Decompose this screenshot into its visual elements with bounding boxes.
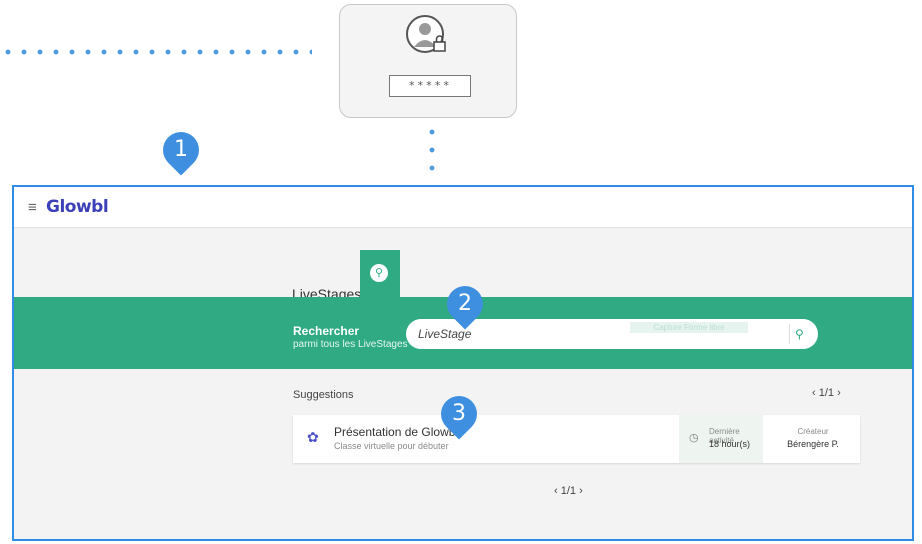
app-window: ≡ Glowbl LiveStages ⚲ Rechercher parmi t… bbox=[12, 185, 914, 541]
marker-3: 3 bbox=[433, 388, 485, 440]
menu-icon[interactable]: ≡ bbox=[28, 199, 37, 216]
livestage-title: Présentation de Glowbl bbox=[334, 425, 459, 439]
dotted-connector-vertical bbox=[429, 123, 435, 177]
password-field-illustration: ***** bbox=[389, 75, 471, 97]
login-illustration: ***** bbox=[339, 4, 517, 118]
creator-value: Bérengère P. bbox=[787, 439, 839, 449]
livestage-subtitle: Classe virtuelle pour débuter bbox=[334, 441, 449, 451]
last-activity: ◷ Dernière activité 18 hour(s) bbox=[679, 415, 763, 463]
marker-2: 2 bbox=[439, 278, 491, 330]
search-icon[interactable]: ⚲ bbox=[795, 327, 804, 341]
search-icon: ⚲ bbox=[370, 264, 388, 282]
creator-label: Créateur bbox=[797, 427, 829, 436]
divider bbox=[789, 324, 790, 344]
suggestions-section: Suggestions ‹ 1/1 › ✿ Présentation de Gl… bbox=[14, 369, 912, 539]
search-subheading: parmi tous les LiveStages bbox=[293, 339, 408, 350]
clock-icon: ◷ bbox=[689, 432, 699, 444]
capture-overlay-label: Capture Forme libre bbox=[630, 322, 748, 333]
livestage-icon: ✿ bbox=[307, 429, 319, 445]
next-page-icon[interactable]: › bbox=[579, 485, 583, 497]
search-input-value: LiveStage bbox=[418, 327, 472, 341]
page-indicator: 1/1 bbox=[818, 387, 835, 399]
suggestions-title: Suggestions bbox=[293, 389, 354, 401]
page-indicator: 1/1 bbox=[560, 485, 577, 497]
next-page-icon[interactable]: › bbox=[837, 387, 841, 399]
user-lock-icon bbox=[406, 15, 446, 53]
last-activity-value: 18 hour(s) bbox=[709, 439, 751, 449]
tab-search[interactable]: ⚲ bbox=[360, 250, 400, 300]
prev-page-icon[interactable]: ‹ bbox=[554, 485, 558, 497]
list-item[interactable]: ✿ Présentation de Glowbl Classe virtuell… bbox=[293, 415, 860, 463]
creator: Créateur Bérengère P. bbox=[773, 415, 853, 463]
pager-top: ‹ 1/1 › bbox=[812, 387, 841, 399]
search-heading: Rechercher bbox=[293, 324, 360, 338]
dotted-connector-horizontal bbox=[0, 49, 312, 55]
pager-bottom: ‹ 1/1 › bbox=[554, 485, 583, 497]
marker-1: 1 bbox=[155, 124, 207, 176]
top-bar: ≡ Glowbl bbox=[14, 187, 912, 228]
glowbl-logo[interactable]: Glowbl bbox=[46, 197, 109, 217]
prev-page-icon[interactable]: ‹ bbox=[812, 387, 816, 399]
